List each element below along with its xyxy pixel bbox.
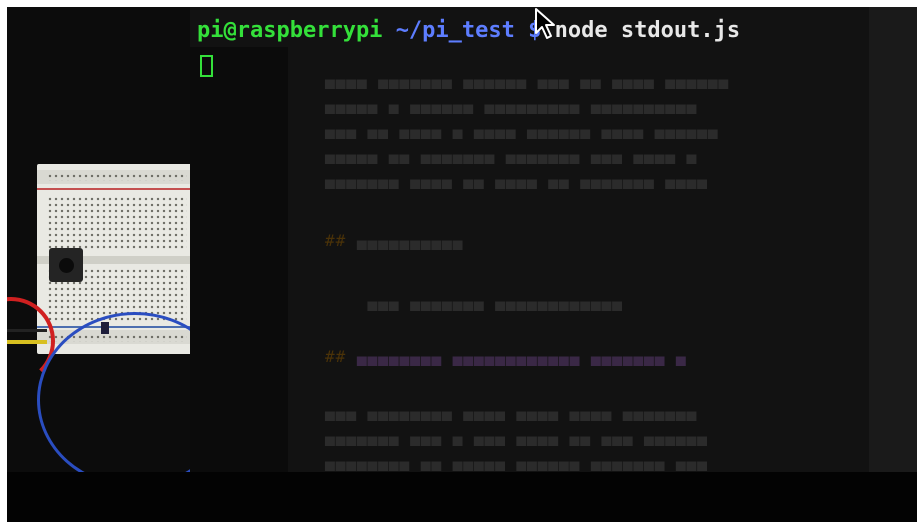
video-frame: ▄▄▄▄ ▄▄▄▄▄▄▄ ▄▄▄▄▄▄ ▄▄▄ ▄▄ ▄▄▄▄ ▄▄▄▄▄▄ ▄… xyxy=(7,7,917,522)
yellow-wire xyxy=(7,340,47,344)
breadboard-photo xyxy=(7,7,233,488)
bottom-band xyxy=(7,472,917,522)
push-button-cap xyxy=(59,258,74,273)
mouse-pointer-icon xyxy=(535,8,555,39)
terminal-cursor-icon xyxy=(200,55,213,77)
prompt-user-host: pi@raspberrypi xyxy=(197,18,383,43)
background-right xyxy=(869,7,917,522)
terminal-command: node stdout.js xyxy=(554,18,741,43)
prompt-path: ~/pi_test xyxy=(395,18,515,43)
editor-gutter xyxy=(190,47,288,502)
terminal-prompt-line: pi@raspberrypi ~/pi_test $ node stdout.j… xyxy=(197,18,740,43)
